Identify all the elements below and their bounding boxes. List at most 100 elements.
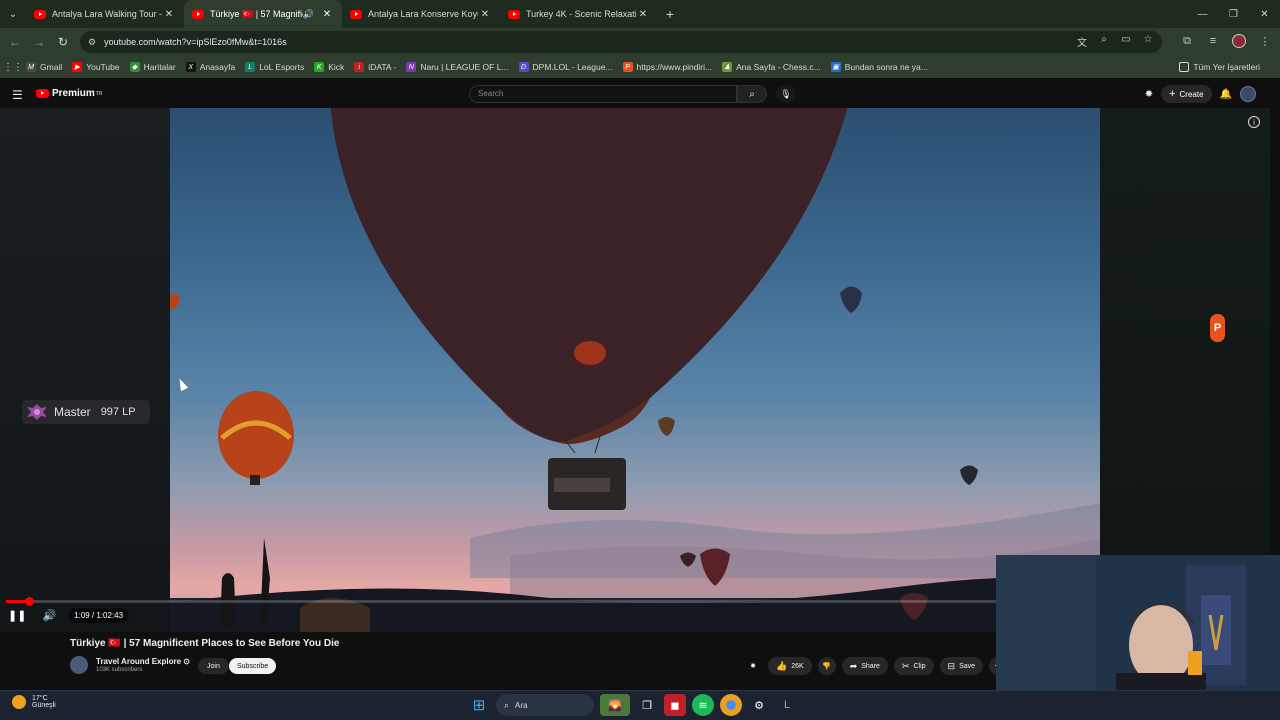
- bookmark-idata[interactable]: i iDATA -: [354, 62, 396, 72]
- hamburger-menu-icon[interactable]: ☰: [12, 88, 23, 102]
- bookmark-save-icon: ⊟: [947, 660, 956, 671]
- volume-icon[interactable]: 🔊: [42, 609, 56, 622]
- pindiri-p-badge-icon[interactable]: P: [1210, 314, 1225, 342]
- tab-3[interactable]: Turkey 4K - Scenic Relaxation F ✕: [500, 0, 658, 28]
- video-frame[interactable]: [170, 108, 1100, 632]
- channel-text: Travel Around Explore ⊙ 103K subscribers: [96, 657, 190, 673]
- scrubber-handle[interactable]: [24, 597, 34, 606]
- bookmark-label: LoL Esports: [259, 62, 305, 72]
- bookmark-label: YouTube: [86, 62, 120, 72]
- zoom-icon[interactable]: ⌕: [1096, 34, 1112, 49]
- bookmark-label: Gmail: [40, 62, 63, 72]
- channel-info[interactable]: Travel Around Explore ⊙ 103K subscribers: [70, 656, 190, 674]
- dislike-button[interactable]: 👎: [817, 657, 836, 675]
- bookmark-haritalar[interactable]: ◆ Haritalar: [129, 62, 176, 72]
- bookmark-chess[interactable]: ♟ Ana Sayfa - Chess.c...: [722, 62, 821, 72]
- restore-icon[interactable]: ❐: [1218, 0, 1249, 28]
- pause-icon[interactable]: ❚❚: [8, 609, 26, 622]
- task-view-icon[interactable]: ❐: [636, 694, 658, 716]
- kebab-menu-icon[interactable]: ⋮: [1256, 32, 1274, 50]
- bookmark-star-icon[interactable]: ☆: [1140, 34, 1156, 49]
- bookmark-anasayfa[interactable]: X Anasayfa: [185, 62, 235, 72]
- steam-like-icon[interactable]: ⚙: [748, 694, 770, 716]
- bookmark-label: Ana Sayfa - Chess.c...: [736, 62, 821, 72]
- bookmark-bundan-sonra[interactable]: ▣ Bundan sonra ne ya...: [830, 62, 928, 72]
- bookmark-lol-esports[interactable]: L LoL Esports: [245, 62, 304, 72]
- voice-search-mic-icon[interactable]: 🎙: [776, 85, 796, 103]
- browser-toolbar-right: ⧉ ≡ ⋮: [1178, 32, 1274, 50]
- youtube-favicon-icon: [192, 9, 204, 19]
- apps-grid-icon[interactable]: ⋮⋮: [0, 62, 26, 73]
- ambient-left: [0, 108, 170, 632]
- forward-arrow-icon[interactable]: →: [27, 30, 51, 54]
- omnibox[interactable]: ⚙ youtube.com/watch?v=ipSlEzo0fMw&t=1016…: [80, 31, 1162, 53]
- video-actions: ✸ 👍26K 👎 ➦Share ✂Clip ⊟Save ⋯: [744, 657, 1008, 675]
- share-label: Share: [861, 662, 880, 670]
- app-red-icon[interactable]: ◼: [664, 694, 686, 716]
- tab-2[interactable]: Antalya Lara Konserve Koyu - K ✕: [342, 0, 500, 28]
- url-text[interactable]: youtube.com/watch?v=ipSlEzo0fMw&t=1016s: [104, 37, 287, 47]
- create-button[interactable]: + Create: [1161, 85, 1212, 103]
- youtube-premium-logo[interactable]: Premium TR: [36, 88, 102, 99]
- chrome-icon[interactable]: [720, 694, 742, 716]
- save-button[interactable]: ⊟ Save: [939, 657, 984, 675]
- channel-name[interactable]: Travel Around Explore ⊙: [96, 657, 190, 666]
- close-tab-icon[interactable]: ✕: [636, 9, 650, 20]
- sparkle-ask-icon[interactable]: ✸: [744, 657, 762, 675]
- league-client-icon[interactable]: L: [776, 694, 798, 716]
- bookmark-youtube[interactable]: ▶ YouTube: [72, 62, 120, 72]
- player-controls: ❚❚ 🔊 1:09 / 1:02:43: [8, 608, 130, 623]
- clip-button[interactable]: ✂ Clip: [893, 657, 934, 675]
- like-button[interactable]: 👍 26K: [768, 657, 812, 675]
- translate-icon[interactable]: 文: [1074, 34, 1090, 49]
- new-tab-plus-icon[interactable]: +: [658, 6, 682, 22]
- youtube-favicon-icon: [508, 9, 520, 19]
- spotify-icon[interactable]: ≋: [692, 694, 714, 716]
- audio-playing-icon[interactable]: 🔊: [303, 9, 314, 20]
- sparkle-icon[interactable]: ✸: [1145, 89, 1153, 100]
- video-player[interactable]: i Master 997 LP P ❚❚ 🔊 1:09 / 1:02:43: [0, 108, 1270, 632]
- weather-widget[interactable]: 17°C Güneşli: [12, 695, 56, 709]
- account-avatar[interactable]: [1240, 86, 1256, 102]
- site-info-icon[interactable]: ⚙: [88, 37, 96, 48]
- share-button[interactable]: ➦ Share: [841, 657, 888, 675]
- close-tab-icon[interactable]: ✕: [162, 9, 176, 20]
- share-arrow-icon: ➦: [849, 660, 858, 671]
- reload-icon[interactable]: ↻: [51, 30, 75, 54]
- taskbar-search[interactable]: ⌕ Ara: [496, 694, 594, 716]
- profile-avatar[interactable]: [1230, 32, 1248, 50]
- bookmark-dpm-lol[interactable]: D DPM.LOL - League...: [518, 62, 613, 72]
- extensions-puzzle-icon[interactable]: ⧉: [1178, 32, 1196, 50]
- notifications-bell-icon[interactable]: 🔔: [1220, 89, 1232, 100]
- bookmark-gmail[interactable]: M Gmail: [26, 62, 62, 72]
- windows-start-icon[interactable]: ⊞: [468, 694, 490, 716]
- all-bookmarks[interactable]: Tüm Yer İşaretleri: [1179, 62, 1260, 72]
- bookmark-naru[interactable]: N Naru | LEAGUE OF L...: [406, 62, 509, 72]
- tab-title: Antalya Lara Konserve Koyu - K: [368, 9, 478, 19]
- folder-icon: [1179, 62, 1190, 72]
- tab-0[interactable]: Antalya Lara Walking Tour - La ✕: [26, 0, 184, 28]
- gmail-icon: M: [26, 62, 36, 72]
- bookmark-kick[interactable]: K Kick: [314, 62, 344, 72]
- minimize-icon[interactable]: —: [1187, 0, 1218, 28]
- close-tab-icon[interactable]: ✕: [320, 9, 334, 20]
- back-arrow-icon[interactable]: ←: [3, 30, 27, 54]
- cast-icon[interactable]: ▭: [1118, 34, 1134, 49]
- subscribe-button[interactable]: Subscribe: [229, 658, 277, 674]
- search-input[interactable]: Search: [469, 85, 737, 103]
- close-tab-icon[interactable]: ✕: [478, 9, 492, 20]
- close-window-icon[interactable]: ✕: [1249, 0, 1280, 28]
- bookmark-pindiri[interactable]: Phttps://www.pindiri...: [622, 62, 712, 72]
- rank-tier: Master: [54, 405, 91, 419]
- channel-avatar[interactable]: [70, 656, 88, 674]
- reading-list-icon[interactable]: ≡: [1204, 32, 1222, 50]
- weather-text: 17°C Güneşli: [32, 695, 56, 709]
- info-icon[interactable]: i: [1248, 116, 1260, 128]
- join-button[interactable]: Join: [198, 658, 229, 674]
- search-button-icon[interactable]: ⌕: [737, 85, 767, 103]
- youtube-favicon-icon: [34, 9, 46, 19]
- tab-search-chevron-icon[interactable]: ⌄: [0, 0, 26, 28]
- widgets-landscape-icon[interactable]: 🌄: [600, 694, 630, 716]
- tab-1-active[interactable]: Türkiye 🇹🇷 | 57 Magnificent 🔊 ✕: [184, 0, 342, 28]
- window-controls: — ❐ ✕: [1187, 0, 1280, 28]
